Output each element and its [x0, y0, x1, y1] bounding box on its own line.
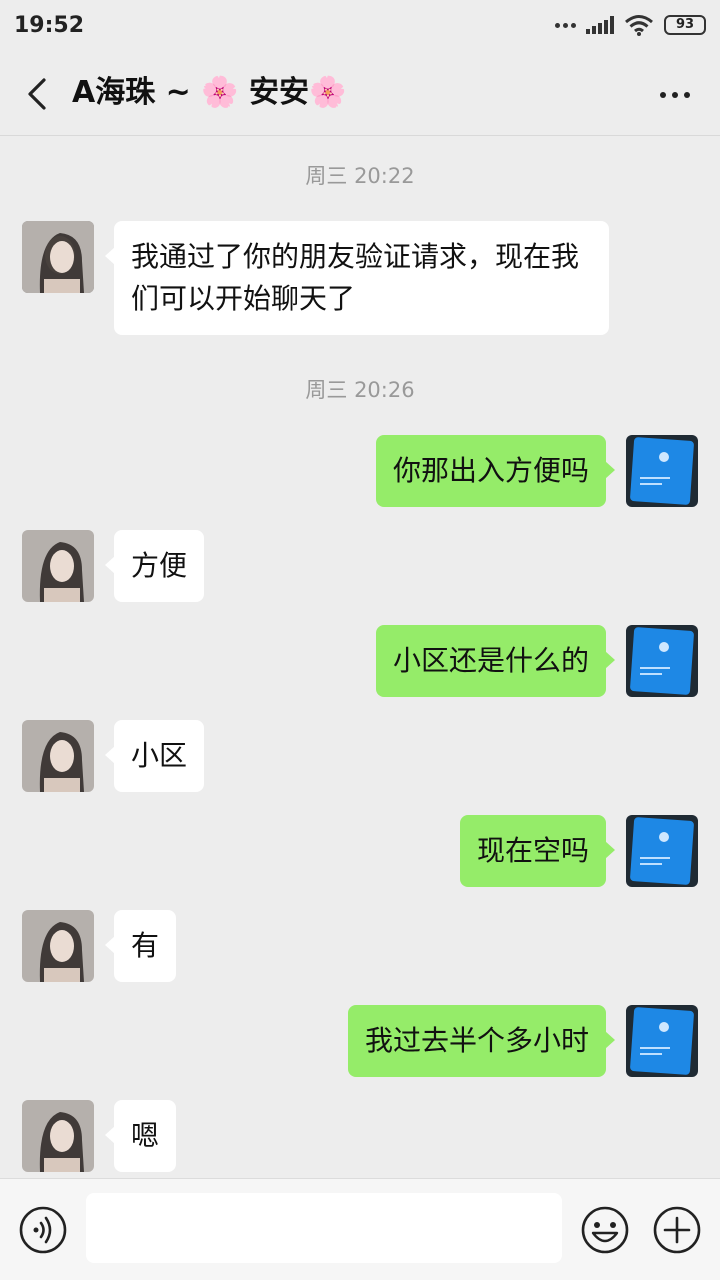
chat-header: A海珠 ~ 🌸 安安🌸 — [0, 50, 720, 136]
voice-input-icon[interactable] — [18, 1205, 68, 1255]
chat-title: A海珠 ~ 🌸 安安🌸 — [72, 75, 347, 110]
cellular-signal-icon — [586, 16, 614, 34]
contact-avatar[interactable] — [22, 530, 94, 602]
outgoing-message[interactable]: 小区还是什么的 — [375, 625, 616, 697]
status-time: 19:52 — [14, 12, 85, 38]
incoming-message[interactable]: 嗯 — [104, 1100, 177, 1172]
more-options-icon[interactable] — [660, 92, 690, 98]
my-avatar[interactable] — [626, 815, 698, 887]
wifi-icon — [625, 15, 653, 36]
emoji-icon[interactable] — [580, 1205, 630, 1255]
message-input[interactable] — [86, 1193, 562, 1263]
my-avatar[interactable] — [626, 1005, 698, 1077]
incoming-message[interactable]: 小区 — [104, 720, 205, 792]
incoming-message[interactable]: 方便 — [104, 530, 205, 602]
incoming-message[interactable]: 我通过了你的朋友验证请求，现在我们可以开始聊天了 — [105, 221, 609, 335]
outgoing-message[interactable]: 现在空吗 — [459, 815, 616, 887]
contact-avatar[interactable] — [22, 221, 94, 293]
status-icons: 93 — [555, 14, 706, 36]
status-bar: 19:52 93 — [0, 0, 720, 50]
back-arrow-icon[interactable] — [24, 77, 48, 111]
input-bar — [0, 1178, 720, 1280]
battery-indicator: 93 — [664, 15, 706, 35]
message-timestamp: 周三 20:22 — [305, 164, 415, 188]
incoming-message[interactable]: 有 — [104, 910, 177, 982]
contact-avatar[interactable] — [22, 720, 94, 792]
message-timestamp: 周三 20:26 — [305, 378, 415, 402]
outgoing-message[interactable]: 你那出入方便吗 — [375, 435, 616, 507]
my-avatar[interactable] — [626, 435, 698, 507]
outgoing-message[interactable]: 我过去半个多小时 — [347, 1005, 616, 1077]
my-avatar[interactable] — [626, 625, 698, 697]
contact-avatar[interactable] — [22, 1100, 94, 1172]
contact-avatar[interactable] — [22, 910, 94, 982]
more-notifications-icon — [555, 22, 576, 28]
plus-more-icon[interactable] — [652, 1205, 702, 1255]
